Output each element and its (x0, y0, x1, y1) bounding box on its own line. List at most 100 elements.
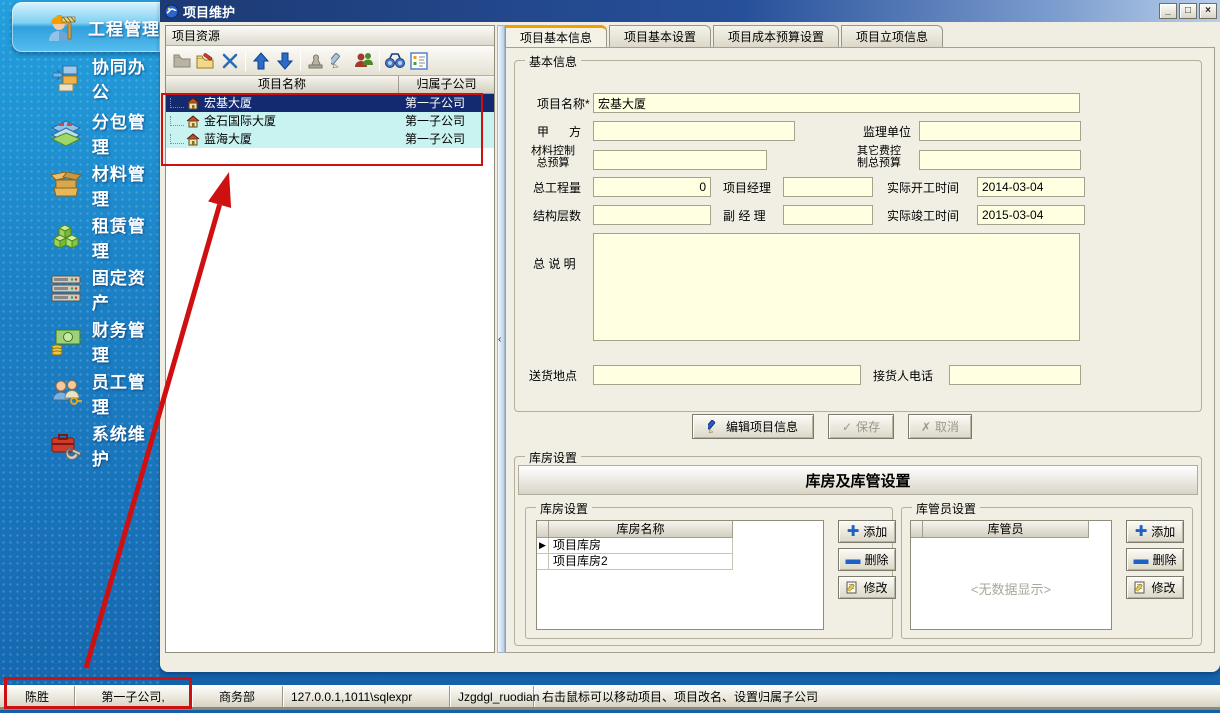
total-quantity-field[interactable] (593, 177, 711, 197)
row-marker-header (537, 521, 549, 538)
delete-button-label: 删除 (1152, 551, 1176, 568)
summary-label: 总 说 明 (533, 257, 576, 271)
keeper-delete-button[interactable]: ▬ 删除 (1126, 548, 1184, 571)
start-date-label: 实际开工时间 (887, 181, 959, 195)
sidebar-item-label: 分包管理 (92, 108, 160, 158)
delivery-address-field[interactable] (593, 365, 861, 385)
finish-date-label: 实际竣工时间 (887, 209, 959, 223)
project-name-cell: 宏基大厦 (200, 95, 399, 112)
warehouse-add-button[interactable]: ✚ 添加 (838, 520, 896, 543)
edit-button-label: 修改 (863, 579, 887, 596)
move-down-icon[interactable] (273, 49, 297, 73)
table-row-project[interactable]: 宏基大厦 第一子公司 (166, 94, 494, 112)
notepad-edit-icon (846, 581, 859, 594)
sidebar-item-assets[interactable]: 固定资产 (0, 266, 160, 312)
material-budget-field[interactable] (593, 150, 767, 170)
edit-project-button-label: 编辑项目信息 (726, 418, 798, 435)
minimize-button[interactable]: _ (1159, 3, 1177, 19)
edit-button-label: 修改 (1151, 579, 1175, 596)
warehouse-delete-button[interactable]: ▬ 删除 (838, 548, 896, 571)
deputy-manager-field[interactable] (783, 205, 873, 225)
pencil-icon[interactable] (328, 49, 352, 73)
plus-icon: ✚ (847, 526, 860, 538)
keeper-table-header: 库管员 (911, 521, 1111, 538)
project-name-field[interactable] (593, 93, 1080, 113)
sidebar-item-label: 员工管理 (92, 368, 160, 418)
other-budget-field[interactable] (919, 150, 1081, 170)
plus-icon: ✚ (1135, 526, 1148, 538)
sidebar-item-label: 协同办公 (92, 53, 160, 103)
receiver-phone-label: 接货人电话 (873, 369, 933, 383)
status-hint: 右击鼠标可以移动项目、项目改名、设置归属子公司 (534, 686, 1220, 707)
finish-date-field[interactable] (977, 205, 1085, 225)
tab-basic-info[interactable]: 项目基本信息 (505, 25, 607, 47)
sidebar-item-finance[interactable]: 财务管理 (0, 318, 160, 364)
floors-label: 结构层数 (533, 209, 581, 223)
sidebar-item-subcontract[interactable]: 分包管理 (0, 110, 160, 156)
sidebar-item-material[interactable]: 材料管理 (0, 162, 160, 208)
edit-project-button[interactable]: 编辑项目信息 (692, 414, 814, 439)
sidebar-item-engineering[interactable]: 工程管理 (12, 2, 160, 52)
folder-icon[interactable] (170, 49, 194, 73)
cancel-button[interactable]: ✗ 取消 (908, 414, 972, 439)
start-date-field[interactable] (977, 177, 1085, 197)
keeper-list-group: 库管员设置 库管员 <无数据显示> ✚ 添加 (901, 507, 1193, 639)
project-detail-panel: 项目基本信息 项目基本设置 项目成本预算设置 项目立项信息 基本信息 项目名称*… (505, 25, 1215, 653)
warehouse-row[interactable]: 项目库房2 (537, 554, 823, 570)
tab-cost-budget-settings[interactable]: 项目成本预算设置 (713, 25, 839, 47)
column-header-subsidiary[interactable]: 归属子公司 (399, 76, 494, 93)
delete-button-label: 删除 (864, 551, 888, 568)
warehouse-settings-group: 库房设置 库房及库管设置 库房设置 库房名称 ▶ (514, 456, 1202, 646)
close-button[interactable]: × (1199, 3, 1217, 19)
sidebar-item-collaboration[interactable]: 协同办公 (0, 55, 160, 101)
list-check-icon[interactable] (407, 49, 431, 73)
row-marker-header (911, 521, 923, 538)
stamp-icon[interactable] (304, 49, 328, 73)
column-header-keeper[interactable]: 库管员 (923, 521, 1089, 538)
supervisor-field[interactable] (919, 121, 1081, 141)
warehouse-row[interactable]: ▶ 项目库房 (537, 538, 823, 554)
tab-basic-settings[interactable]: 项目基本设置 (609, 25, 711, 47)
notepad-edit-icon (1134, 581, 1147, 594)
save-button[interactable]: ✓ 保存 (828, 414, 894, 439)
delete-x-icon[interactable] (218, 49, 242, 73)
maximize-button[interactable]: □ (1179, 3, 1197, 19)
summary-field[interactable] (593, 233, 1080, 341)
basic-info-group: 基本信息 项目名称* 甲 方 监理单位 材料控制 总预算 其它费控 制总预算 总… (514, 60, 1202, 412)
keeper-add-button[interactable]: ✚ 添加 (1126, 520, 1184, 543)
sidebar-item-lease[interactable]: 租赁管理 (0, 214, 160, 260)
current-row-marker: ▶ (537, 538, 549, 554)
minus-icon: ▬ (845, 554, 860, 566)
keeper-edit-button[interactable]: 修改 (1126, 576, 1184, 599)
project-manager-field[interactable] (783, 177, 873, 197)
construction-worker-icon (42, 10, 80, 44)
floors-field[interactable] (593, 205, 711, 225)
status-subsidiary: 第一子公司, (75, 686, 192, 707)
folder-edit-icon[interactable] (194, 49, 218, 73)
panel-splitter[interactable]: ‹ (497, 25, 505, 653)
find-binoculars-icon[interactable] (383, 49, 407, 73)
warehouse-name-cell: 项目库房2 (549, 554, 733, 570)
status-database: Jzgdgl_ruodian (450, 686, 534, 707)
receiver-phone-field[interactable] (949, 365, 1081, 385)
tab-initiation-info[interactable]: 项目立项信息 (841, 25, 943, 47)
sidebar-item-label: 固定资产 (92, 264, 160, 314)
subcontract-layers-icon (48, 116, 84, 150)
column-header-project-name[interactable]: 项目名称 (166, 76, 399, 93)
users-icon[interactable] (352, 49, 376, 73)
no-data-text: <无数据显示> (911, 579, 1111, 598)
warehouse-edit-button[interactable]: 修改 (838, 576, 896, 599)
collaboration-icon (48, 61, 84, 95)
table-row-project[interactable]: 金石国际大厦 第一子公司 (166, 112, 494, 130)
status-bar: 陈胜 第一子公司, 商务部 127.0.0.1,1011\sqlexpr Jzg… (0, 685, 1220, 710)
window-titlebar: 项目维护 _ □ × (160, 0, 1220, 22)
table-row-project[interactable]: 蓝海大厦 第一子公司 (166, 130, 494, 148)
group-label: 基本信息 (525, 53, 581, 70)
party-a-field[interactable] (593, 121, 795, 141)
sidebar-item-staff[interactable]: 员工管理 (0, 370, 160, 416)
sidebar-item-maintenance[interactable]: 系统维护 (0, 422, 160, 468)
move-up-icon[interactable] (249, 49, 273, 73)
column-header-warehouse-name[interactable]: 库房名称 (549, 521, 733, 538)
delivery-address-label: 送货地点 (529, 369, 577, 383)
party-a-label: 甲 方 (537, 125, 581, 139)
